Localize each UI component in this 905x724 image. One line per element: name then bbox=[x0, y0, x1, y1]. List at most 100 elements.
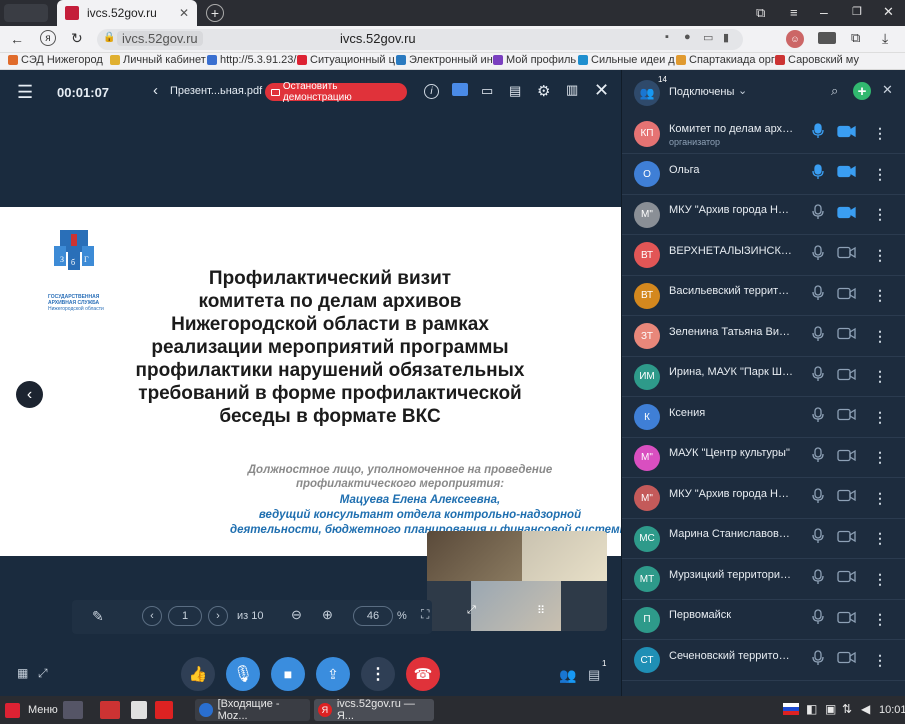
more-vertical-icon[interactable]: ⋮ bbox=[873, 206, 887, 223]
participants-toggle-icon[interactable]: 👥 bbox=[559, 667, 576, 684]
participant-row[interactable]: ИМ Ирина, МАУК "Парк Шв... ⋮ bbox=[622, 357, 905, 397]
prev-page-button[interactable]: ‹ bbox=[142, 606, 162, 626]
calculator-icon[interactable] bbox=[131, 701, 147, 719]
settings-gear-icon[interactable]: ⚙ bbox=[537, 82, 550, 100]
close-panel-icon[interactable]: ✕ bbox=[882, 82, 893, 98]
more-vertical-icon[interactable]: ⋮ bbox=[873, 571, 887, 588]
bookmark-item[interactable]: Спартакиада орг bbox=[676, 54, 775, 66]
close-presentation-icon[interactable]: ✕ bbox=[594, 80, 609, 101]
start-menu-label[interactable]: Меню bbox=[28, 704, 58, 716]
bookmark-item[interactable]: http://5.3.91.23/ bbox=[207, 54, 296, 66]
more-vertical-icon[interactable]: ⋮ bbox=[873, 166, 887, 183]
camera-off-icon[interactable] bbox=[837, 530, 857, 548]
prev-slide-button[interactable]: ‹ bbox=[16, 381, 43, 408]
folder-icon[interactable] bbox=[452, 83, 468, 96]
microphone-off-icon[interactable] bbox=[812, 649, 824, 671]
camera-off-icon[interactable] bbox=[837, 489, 857, 507]
bookmark-item[interactable]: Сильные идеи д bbox=[578, 54, 675, 66]
info-icon[interactable]: i bbox=[424, 84, 439, 99]
zoom-out-icon[interactable]: ⊖ bbox=[291, 607, 302, 623]
end-call-button[interactable]: ☎ bbox=[406, 657, 440, 691]
extension-avatar-icon[interactable]: ☺ bbox=[786, 30, 804, 48]
minimize-icon[interactable]: – bbox=[820, 4, 828, 20]
reader-icon[interactable]: ▭ bbox=[703, 31, 713, 44]
microphone-off-icon[interactable] bbox=[812, 285, 824, 306]
yandex-icon[interactable]: я bbox=[40, 30, 56, 46]
participant-row[interactable]: М" МКУ "Архив города Ниж... ⋮ bbox=[622, 195, 905, 235]
camera-toggle-button[interactable]: ■ bbox=[271, 657, 305, 691]
grid-layout-icon[interactable]: ▦ bbox=[17, 666, 28, 680]
participant-row[interactable]: МТ Мурзицкий территориа... ⋮ bbox=[622, 560, 905, 600]
zoom-input[interactable]: 46 bbox=[353, 606, 393, 626]
microphone-off-icon[interactable] bbox=[812, 366, 824, 387]
chevron-down-icon[interactable]: ⌄ bbox=[738, 84, 747, 97]
fullscreen-icon[interactable]: ⤢ bbox=[38, 666, 48, 681]
more-vertical-icon[interactable]: ⋮ bbox=[873, 247, 887, 264]
self-video-preview[interactable]: ⤢ ⠿ bbox=[427, 531, 607, 631]
taskbar-item-browser[interactable]: Я ivcs.52gov.ru — Я... bbox=[314, 698, 434, 722]
camera-off-icon[interactable] bbox=[837, 570, 857, 588]
microphone-off-icon[interactable] bbox=[812, 244, 824, 266]
microphone-on-icon[interactable] bbox=[812, 163, 824, 185]
bookmark-item[interactable]: Ситуационный ц bbox=[297, 54, 395, 66]
more-vertical-icon[interactable]: ⋮ bbox=[873, 328, 887, 345]
more-vertical-icon[interactable]: ⋮ bbox=[873, 409, 887, 426]
more-actions-button[interactable]: ⋮ bbox=[361, 657, 395, 691]
participant-row[interactable]: ВТ ВЕРХНЕТАЛЫЗИНСКИЙ ... ⋮ bbox=[622, 236, 905, 276]
raise-hand-button[interactable]: 👍 bbox=[181, 657, 215, 691]
microphone-off-icon[interactable] bbox=[812, 325, 824, 347]
microphone-off-icon[interactable] bbox=[812, 447, 824, 468]
extension-icon[interactable] bbox=[818, 32, 836, 44]
camera-on-icon[interactable] bbox=[837, 125, 857, 143]
browser-launcher-icon[interactable] bbox=[155, 701, 173, 719]
camera-off-icon[interactable] bbox=[837, 287, 857, 305]
more-vertical-icon[interactable]: ⋮ bbox=[873, 287, 887, 304]
start-logo-icon[interactable] bbox=[5, 703, 20, 718]
camera-off-icon[interactable] bbox=[837, 651, 857, 669]
camera-indicator-icon[interactable]: ▪ bbox=[665, 31, 669, 43]
close-tab-icon[interactable]: ✕ bbox=[179, 6, 189, 20]
camera-off-icon[interactable] bbox=[837, 408, 857, 426]
camera-off-icon[interactable] bbox=[837, 449, 857, 467]
participants-filter-dropdown[interactable]: Подключены bbox=[669, 86, 734, 98]
bookmark-item[interactable]: Личный кабинет bbox=[110, 54, 206, 66]
chat-icon[interactable]: ▤ bbox=[588, 667, 600, 683]
bookmarks-icon[interactable]: ⧉ bbox=[756, 5, 765, 21]
more-vertical-icon[interactable]: ⋮ bbox=[873, 449, 887, 466]
fullscreen-video-icon[interactable]: ⤢ bbox=[467, 604, 476, 617]
profile-button[interactable] bbox=[4, 4, 48, 22]
more-vertical-icon[interactable]: ⋮ bbox=[873, 368, 887, 385]
microphone-off-icon[interactable] bbox=[812, 609, 824, 630]
collections-icon[interactable]: ⧉ bbox=[851, 30, 860, 46]
participant-row[interactable]: К Ксения ⋮ bbox=[622, 398, 905, 438]
download-icon[interactable]: ⤓ bbox=[882, 30, 888, 47]
bookmark-item[interactable]: Саровский му bbox=[775, 54, 859, 66]
microphone-off-icon[interactable] bbox=[812, 406, 824, 428]
more-vertical-icon[interactable]: ⋮ bbox=[873, 530, 887, 547]
keyboard-layout-icon[interactable] bbox=[783, 703, 799, 715]
more-vertical-icon[interactable]: ⋮ bbox=[873, 490, 887, 507]
back-icon[interactable]: ← bbox=[10, 31, 24, 47]
mic-toggle-button[interactable]: 🎙 bbox=[226, 657, 260, 691]
browser-tab-active[interactable]: ivcs.52gov.ru ✕ bbox=[57, 0, 197, 26]
stop-demo-button[interactable]: Остановить демонстрацию bbox=[265, 81, 407, 103]
participant-row[interactable]: МС Марина Станиславовна ... ⋮ bbox=[622, 519, 905, 559]
camera-on-icon[interactable] bbox=[837, 206, 857, 224]
bookmark-item[interactable]: Электронный ин bbox=[396, 54, 493, 66]
more-vertical-icon[interactable]: ⋮ bbox=[873, 652, 887, 669]
participant-row[interactable]: СТ Сеченовский территори... ⋮ bbox=[622, 641, 905, 681]
restore-icon[interactable]: ❐ bbox=[852, 5, 862, 18]
reload-icon[interactable]: ↻ bbox=[71, 30, 83, 47]
camera-on-icon[interactable] bbox=[837, 165, 857, 183]
bookmark-icon[interactable]: ▮ bbox=[723, 31, 729, 44]
participant-row[interactable]: П Первомайск ⋮ bbox=[622, 600, 905, 640]
network-icon[interactable]: ⇅ bbox=[842, 702, 852, 716]
new-tab-icon[interactable]: + bbox=[206, 4, 224, 22]
tray-app-icon[interactable]: ▣ bbox=[825, 702, 836, 716]
camera-off-icon[interactable] bbox=[837, 246, 857, 264]
comment-icon[interactable]: ▤ bbox=[509, 83, 521, 99]
close-window-icon[interactable]: ✕ bbox=[883, 4, 894, 20]
fit-page-icon[interactable]: ⛶ bbox=[421, 607, 429, 622]
file-manager-icon[interactable] bbox=[63, 701, 83, 719]
participant-row[interactable]: КП Комитет по делам архи... организатор ⋮ bbox=[622, 114, 905, 154]
